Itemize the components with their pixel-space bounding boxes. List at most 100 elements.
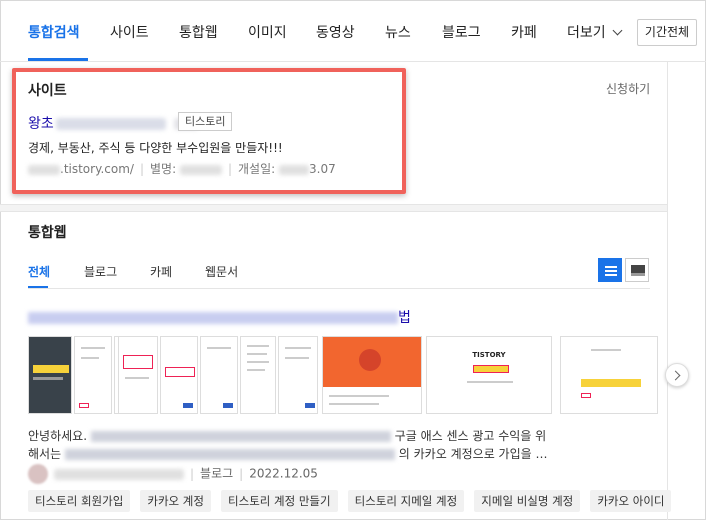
blurred-source-name [54,468,184,480]
keyword-chip[interactable]: 티스토리 지메일 계정 [347,490,465,512]
keyword-chip[interactable]: 카카오 아이디 [590,490,672,512]
thumbnail-doc[interactable] [74,336,112,414]
source-date: 2022.12.05 [249,466,318,481]
keyword-chip[interactable]: 카카오 계정 [140,490,211,512]
doc-mark [305,403,315,408]
snippet-line2-start: 해서는 [28,447,62,461]
thumbnail-doc[interactable] [200,336,238,414]
search-tab-bar: 통합검색 사이트 통합웹 이미지 동영상 뉴스 블로그 카페 더보기 기간전체 [0,0,706,62]
blurred-date [279,164,310,175]
meta-separator: | [190,466,195,481]
thumbnail-strip: TISTORY [28,336,668,414]
tistory-brand: TISTORY [472,351,506,359]
site-meta: .tistory.com/ | 별명: | 개설일: 3.07 [28,160,336,177]
form-mark [581,393,591,398]
more-label: 더보기 [567,25,606,41]
snippet-start: 안녕하세요. [28,429,88,443]
doc-line [247,345,269,347]
opened-label: 개설일: [238,162,276,176]
filter-tab-cafe[interactable]: 카페 [150,263,172,280]
tab-video[interactable]: 동영상 [316,22,355,42]
form-yellow-bar [581,379,641,387]
site-result-link[interactable]: 왕초 [28,113,198,133]
chevron-right-icon [670,370,681,381]
site-url: .tistory.com/ [60,162,134,176]
filter-tab-blog[interactable]: 블로그 [84,263,117,280]
doc-line [329,395,389,397]
doc-highlight [123,355,153,369]
tab-cafe[interactable]: 카페 [511,22,537,42]
doc-line [247,369,265,371]
doc-line [467,381,513,383]
meta-separator: | [239,466,244,481]
doc-line [247,353,267,355]
related-keywords: 티스토리 회원가입 카카오 계정 티스토리 계정 만들기 티스토리 지메일 계정… [28,490,676,512]
web-section-title: 통합웹 [28,225,67,241]
thumbnail-doc[interactable] [118,336,158,414]
keyword-chip[interactable]: 티스토리 계정 만들기 [221,490,338,512]
doc-line [125,377,149,379]
thumbnail-form[interactable] [560,336,658,414]
more-menu[interactable]: 더보기 [567,22,623,42]
tab-news[interactable]: 뉴스 [385,22,411,42]
site-link-text: 왕초 [28,116,54,132]
opened-date: 3.07 [309,162,336,176]
filter-tab-all[interactable]: 전체 [28,263,50,280]
doc-line [329,403,379,405]
doc-line [247,361,269,363]
logo-circle [359,349,381,371]
phone-screen [29,337,71,413]
tistory-tag: 티스토리 [178,112,233,131]
doc-line [81,347,105,349]
tabs-baseline [28,288,650,289]
section-divider [0,204,667,212]
result-source: | 블로그 | 2022.12.05 [28,464,318,484]
blurred-result-title [28,312,398,324]
apply-link[interactable]: 신청하기 [606,80,650,97]
phone-yellow-bar [33,365,69,373]
carousel-next-button[interactable] [665,363,689,387]
snippet-mid: 구글 애스 센스 광고 수익을 위 [394,429,547,443]
result-link-text: 법 [398,310,411,326]
thumbnail-orange[interactable] [322,336,422,414]
thumbnail-tistory[interactable]: TISTORY [426,336,552,414]
web-result-link[interactable]: 법 [28,307,411,327]
doc-line [591,349,621,351]
blurred-site-name [55,118,166,130]
filter-tab-webdoc[interactable]: 웹문서 [205,263,238,280]
tab-integrated-web[interactable]: 통합웹 [179,22,218,42]
keyword-chip[interactable]: 지메일 비실명 계정 [474,490,581,512]
phone-line [33,377,63,380]
doc-mark [223,403,233,408]
tab-image[interactable]: 이미지 [248,22,287,42]
result-snippet: 안녕하세요. 구글 애스 센스 광고 수익을 위 해서는 의 카카오 계정으로 … [28,427,648,463]
keyword-chip[interactable]: 티스토리 회원가입 [28,490,131,512]
card-icon [631,265,645,276]
snippet-line2-end: 의 카카오 계정으로 가입을 … [398,447,548,461]
doc-highlight [165,367,195,377]
active-tab-indicator [28,58,88,61]
card-view-button[interactable] [625,258,649,282]
blurred-url-prefix [28,164,60,175]
tab-site[interactable]: 사이트 [110,22,149,42]
list-icon [605,266,617,276]
doc-line [207,347,231,349]
tab-blog[interactable]: 블로그 [442,22,481,42]
list-view-button[interactable] [598,258,622,282]
blurred-snippet [64,449,395,460]
chevron-down-icon [612,25,623,36]
doc-line [285,357,309,359]
thumbnail-doc[interactable] [240,336,276,414]
thumbnail-phone[interactable] [28,336,72,414]
blurred-alias [179,164,222,175]
thumbnail-doc[interactable] [160,336,198,414]
thumbnail-doc[interactable] [278,336,318,414]
alias-label: 별명: [150,162,177,176]
avatar [28,464,48,484]
tab-integrated-search[interactable]: 통합검색 [28,22,80,42]
period-filter-button[interactable]: 기간전체 [637,19,697,46]
doc-line [81,357,99,359]
site-section-title: 사이트 [28,83,67,99]
meta-separator: | [227,162,233,176]
site-description: 경제, 부동산, 주식 등 다양한 부수입원을 만들자!!! [28,141,283,155]
